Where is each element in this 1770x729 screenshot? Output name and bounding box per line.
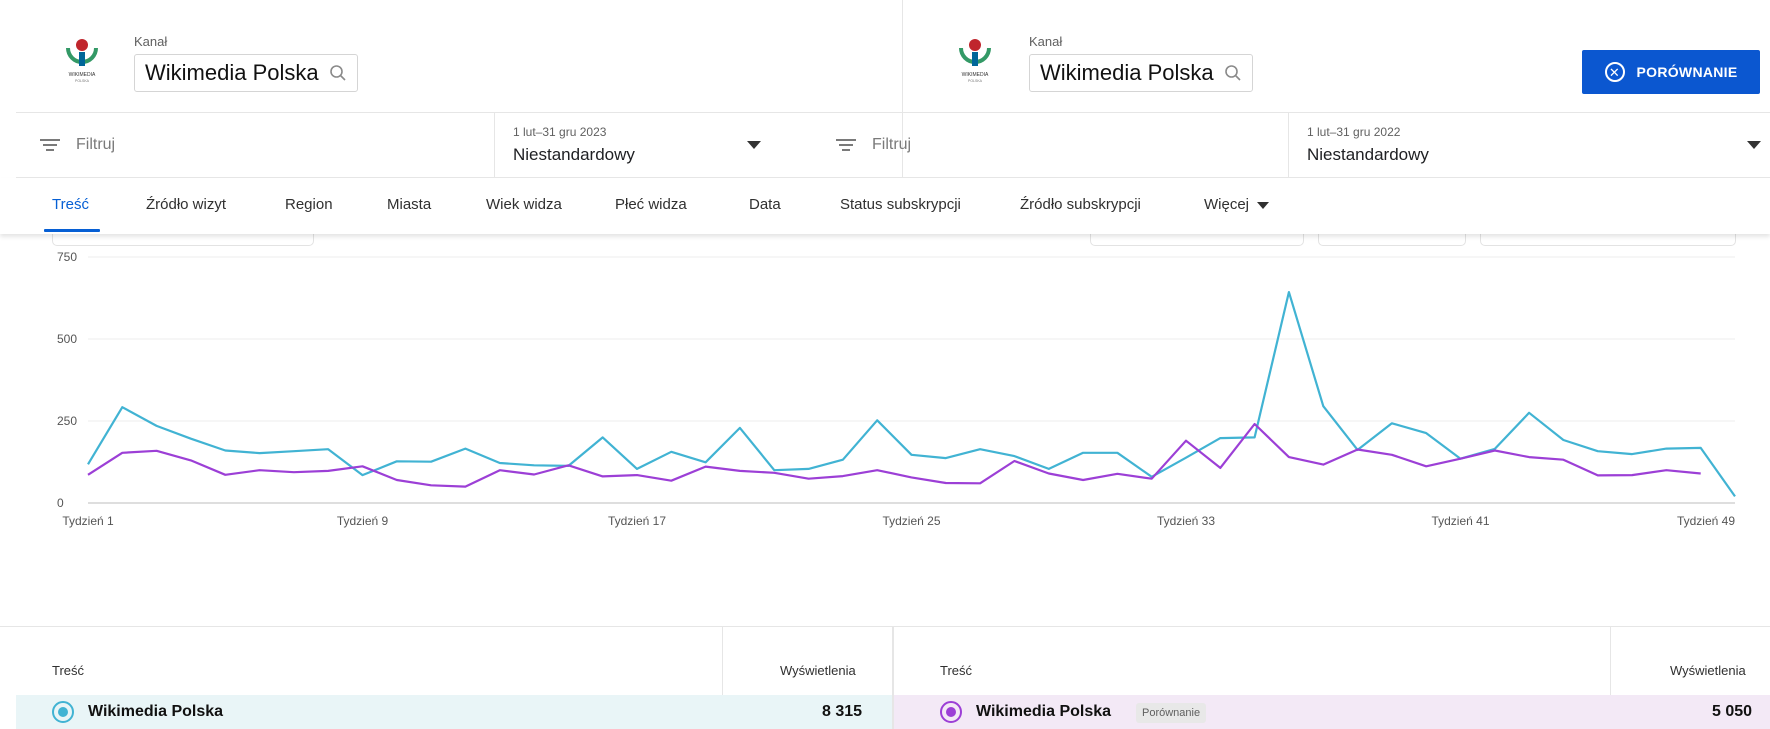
tab-plec-widza[interactable]: Płeć widza bbox=[615, 196, 687, 213]
channel-label: Kanał bbox=[1029, 34, 1063, 49]
row-channel-name: Wikimedia Polska bbox=[976, 703, 1112, 720]
search-icon[interactable] bbox=[1224, 64, 1242, 82]
column-header-views[interactable]: Wyświetlenia bbox=[780, 663, 856, 678]
x-tick-label: Tydzień 41 bbox=[1431, 514, 1489, 528]
channel-pane-current: WIKIMEDIA POLSKA Kanał Wikimedia Polska bbox=[0, 0, 902, 112]
column-header-content: Treść bbox=[940, 663, 973, 678]
line-chart: 0 250 500 750 Tydzień 1 Tydzień 9 Tydzień 17 Ty… bbox=[57, 250, 1736, 528]
column-header-views[interactable]: Wyświetlenia bbox=[1670, 663, 1746, 678]
search-icon[interactable] bbox=[329, 64, 347, 82]
series-line-compare bbox=[87, 422, 1701, 488]
table-row[interactable]: Wikimedia Polska Porównanie 5 050 bbox=[894, 695, 1770, 729]
radio-selected-icon[interactable] bbox=[52, 701, 74, 723]
tab-zrodlo-subskrypcji[interactable]: Źródło subskrypcji bbox=[1020, 196, 1141, 213]
y-tick-label: 500 bbox=[57, 332, 77, 346]
filter-bar: Filtruj 1 lut–31 gru 2023 Niestandardowy… bbox=[16, 112, 1770, 178]
tab-status-subskrypcji[interactable]: Status subskrypcji bbox=[840, 196, 961, 213]
channel-search-field[interactable]: Wikimedia Polska bbox=[134, 54, 358, 92]
y-tick-label: 250 bbox=[57, 414, 77, 428]
svg-text:WIKIMEDIA: WIKIMEDIA bbox=[962, 72, 989, 78]
svg-text:WIKIMEDIA: WIKIMEDIA bbox=[69, 72, 96, 78]
filter-icon bbox=[836, 137, 858, 153]
column-header-content: Treść bbox=[52, 663, 85, 678]
x-tick-label: Tydzień 33 bbox=[1157, 514, 1215, 528]
filter-icon bbox=[40, 137, 62, 153]
chevron-down-icon bbox=[1747, 141, 1761, 149]
date-type: Niestandardowy bbox=[1307, 145, 1429, 164]
compare-button[interactable]: ✕ PORÓWNANIE bbox=[1582, 50, 1760, 94]
views-chart: 0 250 500 750 Tydzień 1 Tydzień 9 Tydzień 17 Ty… bbox=[0, 240, 1770, 610]
filter-field-compare[interactable]: Filtruj bbox=[836, 113, 911, 177]
date-range: 1 lut–31 gru 2022 bbox=[1307, 125, 1401, 139]
comparison-badge: Porównanie bbox=[1136, 703, 1207, 723]
chevron-down-icon bbox=[747, 141, 761, 149]
filter-field-current[interactable]: Filtruj bbox=[40, 113, 115, 177]
filter-placeholder: Filtruj bbox=[76, 136, 116, 153]
date-range-picker-compare[interactable]: 1 lut–31 gru 2022 Niestandardowy bbox=[1288, 113, 1770, 177]
svg-text:POLSKA: POLSKA bbox=[75, 79, 90, 83]
tab-bar: Treść Źródło wizyt Region Miasta Wiek wi… bbox=[0, 178, 1770, 234]
svg-text:POLSKA: POLSKA bbox=[968, 79, 983, 83]
series-line-current bbox=[87, 290, 1736, 498]
row-channel-name: Wikimedia Polska bbox=[88, 703, 224, 720]
x-tick-label: Tydzień 49 bbox=[1677, 514, 1735, 528]
y-tick-label: 0 bbox=[57, 496, 64, 510]
channel-name: Wikimedia Polska bbox=[145, 60, 319, 85]
date-range: 1 lut–31 gru 2023 bbox=[513, 125, 607, 139]
row-views-value: 8 315 bbox=[822, 703, 863, 720]
x-tick-label: Tydzień 1 bbox=[62, 514, 114, 528]
y-tick-label: 750 bbox=[57, 250, 77, 264]
row-views-value: 5 050 bbox=[1712, 703, 1753, 720]
date-type: Niestandardowy bbox=[513, 145, 635, 164]
tab-data[interactable]: Data bbox=[749, 196, 781, 213]
wikimedia-logo: WIKIMEDIA POLSKA bbox=[959, 39, 991, 83]
tab-miasta[interactable]: Miasta bbox=[387, 196, 431, 213]
header: WIKIMEDIA POLSKA Kanał Wikimedia Polska … bbox=[0, 0, 1770, 112]
filter-placeholder: Filtruj bbox=[872, 136, 912, 153]
results-table: Treść Wyświetlenia Treść Wyświetlenia Wi… bbox=[0, 626, 1770, 729]
wikimedia-logo: WIKIMEDIA POLSKA bbox=[66, 39, 98, 83]
tab-wiecej-label: Więcej bbox=[1204, 196, 1250, 213]
x-tick-label: Tydzień 9 bbox=[337, 514, 389, 528]
tab-region[interactable]: Region bbox=[285, 196, 333, 213]
x-tick-label: Tydzień 25 bbox=[882, 514, 940, 528]
close-circle-icon: ✕ bbox=[1604, 62, 1625, 82]
caret-down-icon bbox=[1257, 201, 1270, 209]
table-row[interactable]: Wikimedia Polska 8 315 bbox=[16, 695, 892, 729]
channel-search-field[interactable]: Wikimedia Polska bbox=[1029, 54, 1253, 92]
compare-button-label: PORÓWNANIE bbox=[1636, 64, 1738, 80]
channel-name: Wikimedia Polska bbox=[1040, 60, 1214, 85]
tab-zrodlo-wizyt[interactable]: Źródło wizyt bbox=[146, 196, 226, 213]
tab-tresc[interactable]: Treść bbox=[52, 196, 89, 213]
channel-label: Kanał bbox=[134, 34, 168, 49]
x-tick-label: Tydzień 17 bbox=[608, 514, 666, 528]
active-tab-indicator bbox=[44, 229, 100, 232]
tab-wiecej[interactable]: Więcej bbox=[1204, 196, 1270, 213]
tab-wiek-widza[interactable]: Wiek widza bbox=[486, 196, 562, 213]
radio-selected-icon[interactable] bbox=[940, 701, 962, 723]
